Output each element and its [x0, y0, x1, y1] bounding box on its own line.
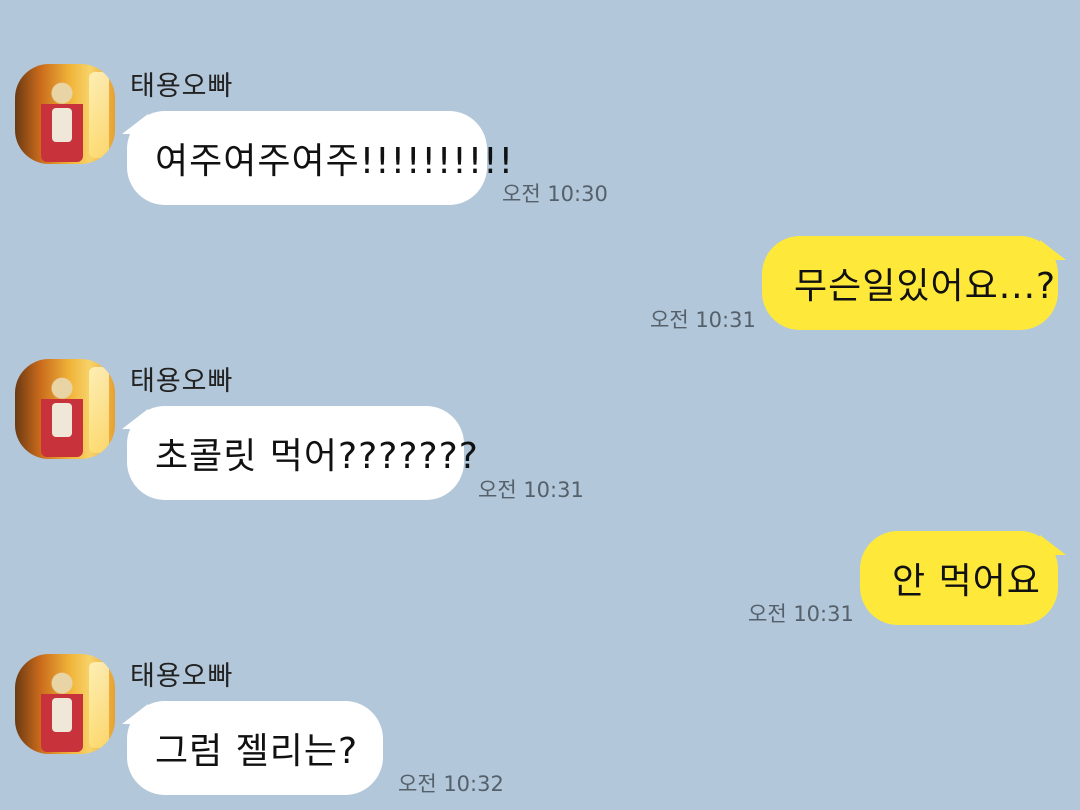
avatar-shirt: [52, 403, 72, 437]
message-time: 오전 10:31: [478, 478, 584, 502]
bubble-tail: [1040, 240, 1066, 260]
message-bubble-incoming[interactable]: 그럼 젤리는?: [127, 701, 383, 795]
sender-name: 태용오빠: [130, 71, 234, 102]
sender-name: 태용오빠: [130, 366, 234, 397]
avatar-shirt: [52, 108, 72, 142]
bubble-tail: [1040, 535, 1066, 555]
avatar-shirt: [52, 698, 72, 732]
message-bubble-outgoing[interactable]: 안 먹어요: [860, 531, 1058, 625]
profile-avatar[interactable]: [15, 64, 115, 164]
chat-room: 태용오빠 여주여주여주!!!!!!!!!! 오전 10:30 오전 10:31 …: [0, 0, 1080, 810]
message-bubble-incoming[interactable]: 여주여주여주!!!!!!!!!!: [127, 111, 513, 205]
avatar-light: [89, 367, 109, 453]
profile-avatar[interactable]: [15, 359, 115, 459]
message-bubble-incoming[interactable]: 초콜릿 먹어???????: [127, 406, 478, 500]
message-time: 오전 10:31: [748, 602, 854, 626]
avatar-light: [89, 662, 109, 748]
message-time: 오전 10:31: [650, 308, 756, 332]
profile-avatar[interactable]: [15, 654, 115, 754]
avatar-light: [89, 72, 109, 158]
message-bubble-outgoing[interactable]: 무슨일있어요...?: [762, 236, 1058, 330]
message-time: 오전 10:32: [398, 772, 504, 796]
message-time: 오전 10:30: [502, 182, 608, 206]
sender-name: 태용오빠: [130, 661, 234, 692]
